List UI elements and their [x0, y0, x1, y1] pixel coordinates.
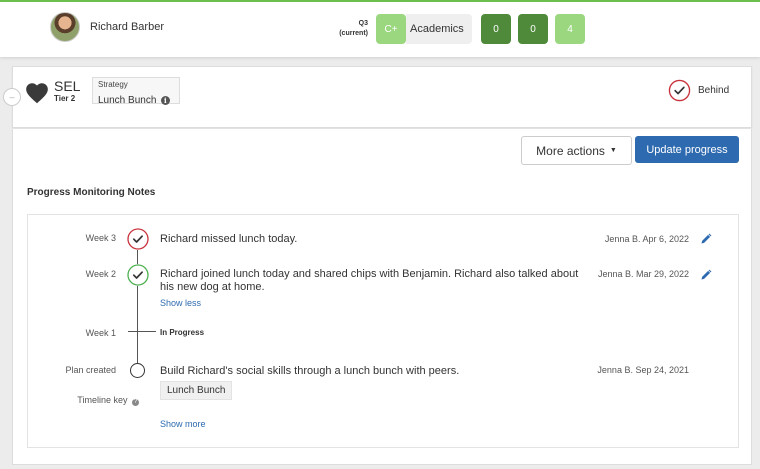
- note-text: Build Richard's social skills through a …: [160, 365, 460, 377]
- student-name[interactable]: Richard Barber: [90, 21, 164, 33]
- strategy-chip: Lunch Bunch: [160, 381, 233, 400]
- behind-check-icon: [127, 228, 149, 250]
- heart-icon: [26, 83, 48, 104]
- week-label: Week 3: [85, 233, 116, 243]
- plan-start-icon: [130, 363, 145, 378]
- strategy-label: Strategy: [98, 80, 128, 89]
- timeline-key-label: Timeline key: [77, 395, 128, 405]
- note-text: Richard joined lunch today and shared ch…: [160, 268, 579, 293]
- timeline-tick: [128, 331, 156, 332]
- count-badge-1[interactable]: 0: [481, 14, 511, 44]
- term-label: Q3 (current): [320, 19, 368, 39]
- avatar[interactable]: [50, 12, 80, 42]
- behind-status-icon: [668, 79, 691, 102]
- week-label: Week 1: [85, 328, 116, 338]
- section-title: Progress Monitoring Notes: [27, 187, 156, 198]
- tier-label: Tier 2: [54, 94, 76, 103]
- pencil-icon[interactable]: [700, 233, 712, 245]
- strategy-box: Strategy Lunch Bunch i: [92, 77, 180, 106]
- week-label: Week 2: [85, 269, 116, 279]
- term-sub: (current): [339, 30, 368, 37]
- help-icon[interactable]: ?: [132, 399, 139, 406]
- update-progress-button[interactable]: Update progress: [635, 136, 739, 163]
- term-name: Q3: [358, 20, 368, 27]
- pencil-icon[interactable]: [700, 269, 712, 281]
- note-meta: Jenna B. Sep 24, 2021: [597, 365, 689, 375]
- timeline-key[interactable]: Timeline key ?: [29, 395, 139, 406]
- on-track-check-icon: [127, 264, 149, 286]
- grade-badge[interactable]: C+: [376, 14, 406, 44]
- note-meta: Jenna B. Apr 6, 2022: [604, 234, 689, 244]
- show-more-link[interactable]: Show more: [160, 419, 206, 429]
- subject-label[interactable]: Academics: [406, 14, 472, 44]
- count-badge-3[interactable]: 4: [555, 14, 585, 44]
- more-actions-button[interactable]: More actions ▼: [521, 136, 632, 165]
- more-actions-label: More actions: [536, 143, 605, 158]
- strategy-value: Lunch Bunch: [98, 95, 157, 106]
- plan-created-label: Plan created: [65, 365, 116, 375]
- show-less-link[interactable]: Show less: [160, 298, 201, 308]
- status-label: Behind: [698, 85, 730, 96]
- note-text: Richard missed lunch today.: [160, 233, 298, 245]
- in-progress-label: In Progress: [160, 328, 205, 337]
- collapse-icon[interactable]: –: [3, 88, 21, 106]
- domain-title: SEL: [54, 78, 81, 94]
- caret-down-icon: ▼: [609, 147, 617, 154]
- info-icon[interactable]: i: [160, 96, 170, 105]
- count-badge-2[interactable]: 0: [518, 14, 548, 44]
- note-meta: Jenna B. Mar 29, 2022: [597, 269, 689, 279]
